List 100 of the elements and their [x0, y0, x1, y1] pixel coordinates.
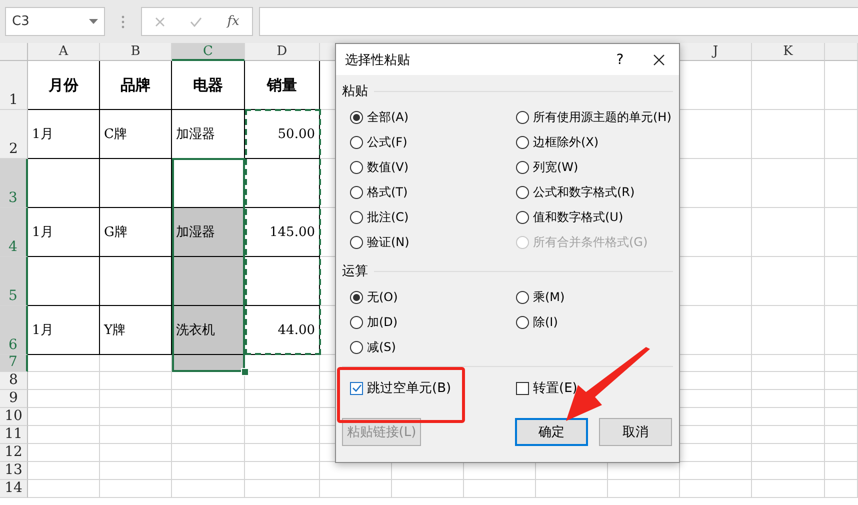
row-header[interactable]: 11 [0, 426, 28, 444]
close-icon [653, 54, 665, 66]
radio-option[interactable]: 加(D) [350, 310, 516, 335]
column-header[interactable]: J [680, 43, 752, 61]
radio-option[interactable]: 无(O) [350, 285, 516, 310]
row-header[interactable]: 10 [0, 408, 28, 426]
column-header[interactable]: D [245, 43, 320, 61]
dialog-button[interactable]: 取消 [599, 418, 672, 446]
grip-icon [121, 14, 125, 28]
radio-option[interactable]: 列宽(W) [516, 155, 682, 180]
table-cell: C牌 [100, 110, 172, 159]
help-button[interactable]: ? [605, 52, 635, 68]
table-cell [680, 355, 752, 372]
table-cell [825, 426, 858, 444]
radio-option[interactable]: 值和数字格式(U) [516, 205, 682, 230]
radio-button[interactable] [350, 291, 363, 304]
radio-button[interactable] [516, 111, 529, 124]
radio-button[interactable] [350, 161, 363, 174]
table-cell [100, 372, 172, 390]
row-header[interactable]: 13 [0, 462, 28, 480]
table-cell [608, 462, 680, 480]
table-cell: G牌 [100, 208, 172, 257]
table-cell [825, 110, 858, 159]
section-title: 粘贴 [342, 83, 368, 100]
radio-button[interactable] [350, 186, 363, 199]
table-cell [825, 408, 858, 426]
row-header[interactable]: 7 [0, 355, 28, 372]
radio-option[interactable]: 批注(C) [350, 205, 516, 230]
table-cell [536, 480, 608, 498]
row-header[interactable]: 12 [0, 444, 28, 462]
checkbox-option[interactable]: 跳过空单元(B) [350, 379, 452, 397]
radio-button[interactable] [350, 316, 363, 329]
radio-option[interactable]: 所有使用源主题的单元(H) [516, 105, 682, 130]
row-header[interactable]: 4 [0, 208, 28, 257]
ok-button[interactable]: 确定 [515, 418, 588, 446]
table-cell [680, 390, 752, 408]
table-cell [536, 462, 608, 480]
radio-option[interactable]: 减(S) [350, 335, 516, 360]
radio-option[interactable]: 除(I) [516, 310, 682, 335]
formula-input[interactable] [259, 7, 858, 36]
table-cell [100, 390, 172, 408]
table-cell: 电器 [172, 61, 245, 110]
table-cell [825, 257, 858, 306]
table-cell [825, 462, 858, 480]
table-cell [392, 462, 464, 480]
column-header[interactable]: K [752, 43, 825, 61]
table-cell [825, 444, 858, 462]
row-header[interactable]: 3 [0, 159, 28, 208]
radio-button[interactable] [350, 111, 363, 124]
radio-option[interactable]: 格式(T) [350, 180, 516, 205]
radio-button[interactable] [350, 136, 363, 149]
radio-option[interactable]: 公式(F) [350, 130, 516, 155]
column-header[interactable]: A [28, 43, 100, 61]
row-header[interactable]: 8 [0, 372, 28, 390]
column-header[interactable]: B [100, 43, 172, 61]
radio-button[interactable] [516, 136, 529, 149]
radio-option[interactable]: 验证(N) [350, 230, 516, 255]
table-cell [28, 426, 100, 444]
radio-button[interactable] [516, 291, 529, 304]
radio-button[interactable] [350, 211, 363, 224]
table-cell: 洗衣机 [172, 306, 245, 355]
checkbox[interactable] [516, 382, 529, 394]
table-cell [680, 159, 752, 208]
table-cell [680, 426, 752, 444]
table-cell: 145.00 [245, 208, 320, 257]
row-header[interactable]: 2 [0, 110, 28, 159]
radio-button[interactable] [350, 236, 363, 249]
column-header[interactable]: C [172, 43, 245, 61]
radio-option[interactable]: 全部(A) [350, 105, 516, 130]
table-cell: 1月 [28, 110, 100, 159]
section-title: 运算 [342, 263, 368, 280]
radio-option[interactable]: 边框除外(X) [516, 130, 682, 155]
table-cell [320, 480, 392, 498]
checkbox-option[interactable]: 转置(E) [516, 379, 578, 397]
radio-button[interactable] [516, 186, 529, 199]
radio-option[interactable]: 乘(M) [516, 285, 682, 310]
table-cell [680, 444, 752, 462]
row-header[interactable]: 1 [0, 61, 28, 110]
table-cell [680, 110, 752, 159]
table-cell [680, 372, 752, 390]
row-header[interactable]: 9 [0, 390, 28, 408]
fill-handle[interactable] [241, 368, 249, 376]
radio-option[interactable]: 数值(V) [350, 155, 516, 180]
table-cell [825, 61, 858, 110]
table-cell [680, 208, 752, 257]
row-header[interactable]: 6 [0, 306, 28, 355]
table-cell: 1月 [28, 208, 100, 257]
row-header[interactable]: 5 [0, 257, 28, 306]
radio-option[interactable]: 公式和数字格式(R) [516, 180, 682, 205]
radio-button[interactable] [516, 316, 529, 329]
table-cell: 加湿器 [172, 208, 245, 257]
radio-button[interactable] [516, 161, 529, 174]
insert-function-button[interactable]: fx [227, 14, 240, 29]
radio-button[interactable] [516, 211, 529, 224]
check-icon[interactable] [190, 16, 202, 26]
row-header[interactable]: 14 [0, 480, 28, 498]
checkbox[interactable] [350, 382, 363, 394]
name-box[interactable]: C3 [5, 7, 105, 36]
radio-button[interactable] [350, 341, 363, 354]
table-cell: 1月 [28, 306, 100, 355]
